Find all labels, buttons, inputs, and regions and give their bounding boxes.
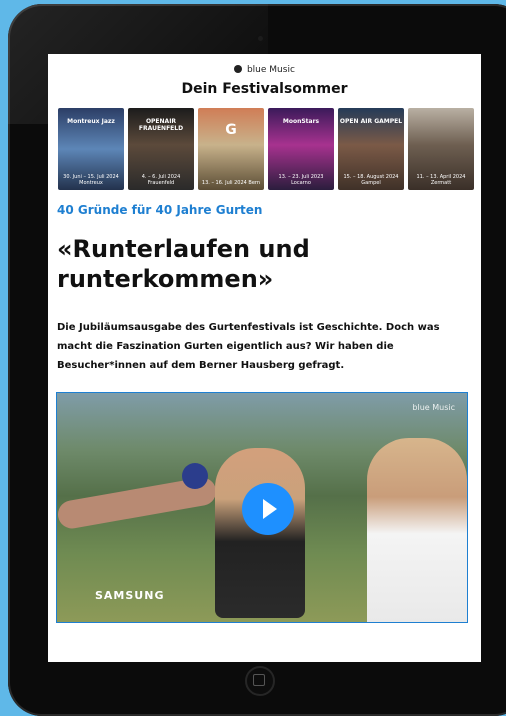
camera-icon bbox=[258, 36, 263, 41]
festival-tile-date: 30. Juni – 15. Juli 2024 Montreux bbox=[63, 174, 119, 186]
home-square-icon bbox=[253, 674, 265, 686]
blue-music-icon bbox=[234, 65, 243, 73]
article-kicker[interactable]: 40 Gründe für 40 Jahre Gurten bbox=[57, 203, 262, 217]
festival-tile-logo: OPEN AIR GAMPEL bbox=[339, 118, 403, 125]
festival-tile-logo: OPENAIR FRAUENFELD bbox=[138, 118, 184, 132]
festival-visitor-2 bbox=[367, 438, 467, 622]
festival-tile-date: 15. – 18. August 2024 Gampel bbox=[343, 174, 399, 186]
brand-name: blue Music bbox=[246, 65, 295, 75]
brand-header: blue Music bbox=[48, 65, 481, 75]
festival-tile-logo: G bbox=[225, 122, 237, 138]
festival-tile[interactable]: 11. – 13. April 2024 Zermatt bbox=[408, 108, 474, 190]
article-lead: Die Jubiläumsausgabe des Gurtenfestivals… bbox=[57, 322, 440, 371]
festival-tile[interactable]: OPENAIR FRAUENFELD 4. – 6. Juli 2024 Fra… bbox=[128, 108, 194, 190]
microphone-icon bbox=[182, 463, 208, 489]
screen: blue Music Dein Festivalsommer Montreux … bbox=[48, 54, 481, 662]
festival-tile[interactable]: OPEN AIR GAMPEL 15. – 18. August 2024 Ga… bbox=[338, 108, 404, 190]
festival-tile[interactable]: G 13. – 16. Juli 2024 Bern bbox=[198, 108, 264, 190]
festival-tile[interactable]: MoonStars 13. – 23. Juli 2023 Locarno bbox=[268, 108, 334, 190]
festival-tile-logo: MoonStars bbox=[282, 118, 320, 125]
festival-tile-date: 13. – 23. Juli 2023 Locarno bbox=[278, 174, 324, 186]
sponsor-logo: SAMSUNG bbox=[95, 589, 165, 602]
festival-tile-logo: Montreux Jazz bbox=[67, 118, 115, 125]
festival-carousel: Montreux Jazz 30. Juni – 15. Juli 2024 M… bbox=[58, 108, 474, 190]
video-player[interactable]: blue Music SAMSUNG bbox=[56, 392, 468, 623]
video-overlay-brand: blue Music bbox=[412, 403, 455, 412]
festival-tile-date: 11. – 13. April 2024 Zermatt bbox=[416, 174, 466, 186]
festival-tile-date: 4. – 6. Juli 2024 Frauenfeld bbox=[141, 174, 181, 186]
play-icon bbox=[263, 499, 277, 519]
festival-section-title: Dein Festivalsommer bbox=[181, 81, 348, 97]
article-headline: «Runterlaufen und runterkommen» bbox=[57, 235, 310, 293]
festival-tile[interactable]: Montreux Jazz 30. Juni – 15. Juli 2024 M… bbox=[58, 108, 124, 190]
festival-tile-date: 13. – 16. Juli 2024 Bern bbox=[201, 180, 261, 186]
